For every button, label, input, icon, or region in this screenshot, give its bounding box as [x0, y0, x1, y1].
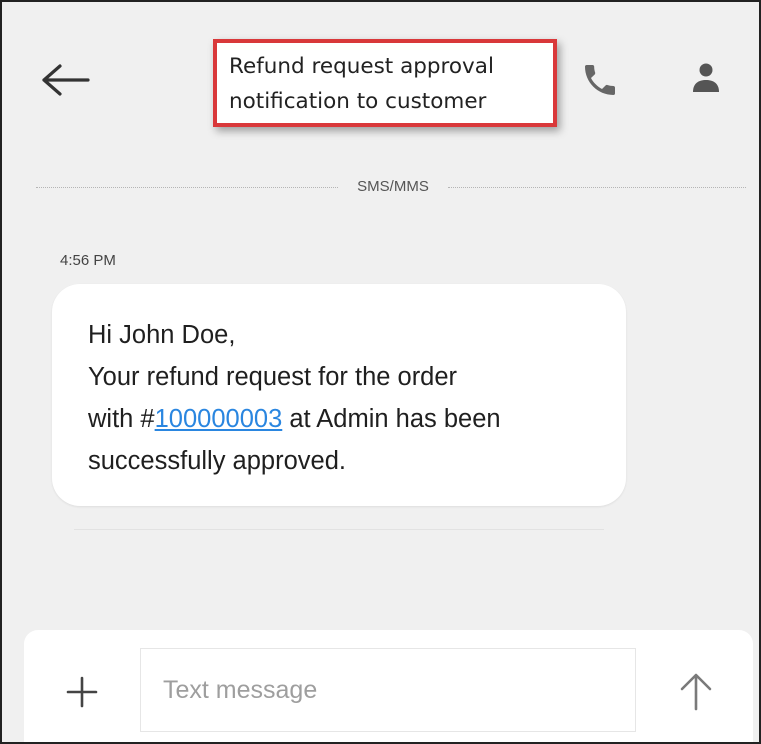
message-bubble: Hi John Doe, Your refund request for the… [52, 284, 626, 506]
composer-bar [24, 630, 753, 742]
text-message-input[interactable] [140, 648, 636, 732]
messaging-screen: Refund request approval notification to … [0, 0, 761, 744]
divider-left [36, 187, 338, 188]
contact-button[interactable] [686, 58, 726, 98]
plus-icon [66, 676, 98, 708]
order-prefix: with # [88, 405, 155, 433]
order-number-link[interactable]: 100000003 [155, 405, 283, 433]
person-icon [693, 63, 719, 92]
annotation-callout: Refund request approval notification to … [213, 39, 557, 127]
message-greeting: Hi John Doe, [88, 321, 236, 349]
channel-label: SMS/MMS [357, 178, 429, 195]
message-separator [74, 529, 604, 530]
annotation-line-2: notification to customer [229, 89, 487, 114]
phone-icon [585, 65, 615, 95]
call-button[interactable] [580, 60, 620, 100]
message-line-4: successfully approved. [88, 447, 346, 475]
message-timestamp: 4:56 PM [60, 252, 116, 269]
add-attachment-button[interactable] [64, 674, 100, 710]
back-button[interactable] [38, 60, 94, 100]
annotation-line-1: Refund request approval [229, 54, 494, 79]
order-suffix: at Admin has been [282, 405, 501, 433]
message-line-3: with #100000003 at Admin has been [88, 398, 606, 440]
divider-right [448, 187, 746, 188]
arrow-up-icon [680, 673, 712, 711]
send-button[interactable] [676, 670, 716, 712]
message-line-2: Your refund request for the order [88, 363, 458, 391]
arrow-left-icon [42, 64, 90, 96]
